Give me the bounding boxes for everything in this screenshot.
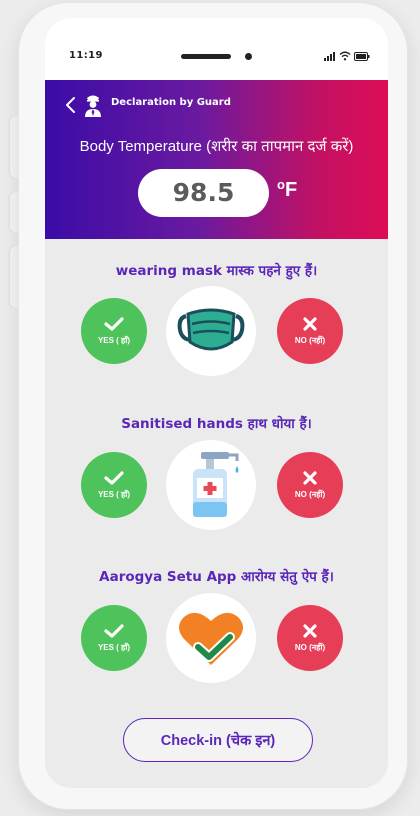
checkin-button[interactable]: Check-in (चेक इन): [123, 718, 313, 762]
cross-icon: [303, 624, 317, 638]
cross-icon: [303, 471, 317, 485]
temperature-label: Body Temperature (शरीर का तापमान दर्ज कर…: [79, 138, 354, 155]
face-mask-icon: [177, 308, 245, 351]
app-screen: 11:19 Declaration by Guard Body Temperat…: [45, 18, 388, 788]
mask-no-button[interactable]: NO (नहीं): [277, 298, 343, 364]
temperature-unit: oF: [277, 177, 298, 202]
question-mask-row: YES ( हाँ) NO (नहीं): [45, 286, 388, 376]
status-time: 11:19: [69, 50, 103, 61]
temperature-input[interactable]: 98.5: [138, 169, 269, 217]
degree-symbol: o: [277, 177, 285, 192]
question-mask-label: wearing mask मास्क पहने हुए हैं।: [115, 263, 318, 279]
cross-icon: [303, 317, 317, 331]
battery-icon: [354, 51, 370, 61]
yes-label: YES ( हाँ): [97, 490, 131, 499]
mask-illustration: [166, 286, 256, 376]
aarogya-illustration: [166, 593, 256, 683]
sanitiser-illustration: [166, 440, 256, 530]
question-sanitiser-label: Sanitised hands हाथ धोया हैं।: [121, 416, 312, 432]
header: Declaration by Guard Body Temperature (श…: [45, 80, 388, 239]
yes-label: YES ( हाँ): [97, 643, 131, 652]
device-mockup: 11:19 Declaration by Guard Body Temperat…: [0, 0, 420, 816]
status-icons: [324, 50, 370, 62]
signal-icon: [324, 51, 335, 61]
aarogya-no-button[interactable]: NO (नहीं): [277, 605, 343, 671]
chevron-left-icon[interactable]: [63, 95, 79, 115]
question-aarogya-row: YES ( हाँ) NO (नहीं): [45, 593, 388, 683]
status-bar: 11:19: [45, 18, 388, 80]
page-title: Declaration by Guard: [111, 97, 231, 108]
check-icon: [104, 471, 124, 485]
yes-label: YES ( हाँ): [97, 336, 131, 345]
mask-yes-button[interactable]: YES ( हाँ): [81, 298, 147, 364]
wifi-icon: [339, 51, 351, 61]
aarogya-setu-heart-icon: [179, 612, 243, 665]
security-guard-icon: [85, 95, 101, 117]
sanitiser-no-button[interactable]: NO (नहीं): [277, 452, 343, 518]
check-icon: [104, 624, 124, 638]
no-label: NO (नहीं): [294, 643, 326, 652]
no-label: NO (नहीं): [294, 490, 326, 499]
question-aarogya-label: Aarogya Setu App आरोग्य सेतु ऐप हैं।: [99, 569, 334, 585]
question-sanitiser-row: YES ( हाँ) NO (नहीं): [45, 440, 388, 530]
aarogya-yes-button[interactable]: YES ( हाँ): [81, 605, 147, 671]
speaker-notch: [181, 54, 231, 59]
camera-dot: [245, 53, 252, 60]
unit-letter: F: [284, 179, 298, 201]
check-icon: [104, 317, 124, 331]
no-label: NO (नहीं): [294, 336, 326, 345]
sanitiser-yes-button[interactable]: YES ( हाँ): [81, 452, 147, 518]
hand-sanitizer-icon: [193, 452, 239, 517]
